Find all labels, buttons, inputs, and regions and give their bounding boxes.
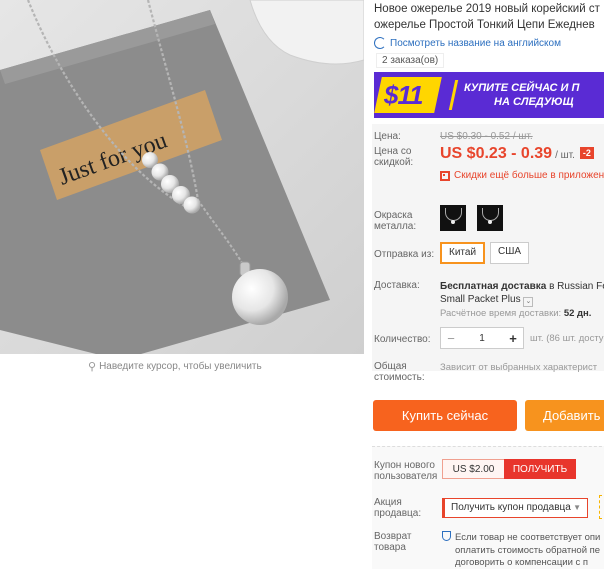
chevron-down-icon[interactable]: ⌄ xyxy=(523,297,534,307)
delivery-carrier: в Russian Fe xyxy=(549,281,604,292)
price-unit: / шт. xyxy=(555,150,575,161)
promo-banner[interactable]: $11 КУПИТЕ СЕЙЧАС И П НА СЛЕДУЮЩ xyxy=(374,72,604,118)
next-coupon-stub[interactable] xyxy=(599,495,604,519)
seller-coupon-dropdown[interactable]: Получить купон продавца ▼ xyxy=(442,498,588,518)
product-info: Новое ожерелье 2019 новый корейский ст о… xyxy=(372,0,604,569)
old-price: US $0.30 - 0.52 / шт. xyxy=(440,131,533,142)
app-discount-text: Скидки ещё больше в приложен xyxy=(454,170,604,181)
discount-price-label: Цена со скидкой: xyxy=(374,146,414,168)
metal-color-label: Окраска металла: xyxy=(374,210,417,232)
coupon-value: US $2.00 xyxy=(442,459,504,479)
discount-price-value: US $0.23 - 0.39 xyxy=(440,145,553,162)
quantity-minus-button[interactable]: − xyxy=(441,331,461,346)
product-title: Новое ожерелье 2019 новый корейский ст о… xyxy=(374,1,604,33)
new-user-coupon: US $2.00 ПОЛУЧИТЬ xyxy=(442,459,576,479)
return-policy: Если товар не соответствует опи оплатить… xyxy=(442,531,600,569)
promo-divider xyxy=(448,80,459,110)
qr-code-icon xyxy=(440,170,450,181)
delivery-time-value: 52 дн. xyxy=(563,308,592,319)
translate-link-text: Посмотреть название на английском xyxy=(390,37,561,49)
quantity-available: шт. (86 шт. досту xyxy=(530,333,604,344)
promo-price: $11 xyxy=(384,80,423,110)
zoom-hint: ⚲ Наведите курсор, чтобы увеличить xyxy=(88,360,262,373)
total-note: Зависит от выбранных характерист xyxy=(440,362,598,373)
orders-count: 2 заказа(ов) xyxy=(376,53,445,68)
promo-line1: КУПИТЕ СЕЙЧАС И П xyxy=(464,82,580,94)
quantity-stepper: − 1 + xyxy=(440,327,524,349)
promo-line2: НА СЛЕДУЮЩ xyxy=(494,96,574,108)
delivery-time-label: Расчётное время доставки: xyxy=(440,308,562,319)
new-user-coupon-label: Купон нового пользователя xyxy=(374,460,438,482)
buy-now-button[interactable]: Купить сейчас xyxy=(373,400,517,431)
free-shipping: Бесплатная доставка xyxy=(440,281,547,292)
ship-from-usa-button[interactable]: США xyxy=(490,242,530,264)
shield-icon xyxy=(442,531,451,541)
delivery-label: Доставка: xyxy=(374,280,420,291)
seller-coupon-text: Получить купон продавца xyxy=(451,502,571,513)
add-to-cart-button[interactable]: Добавить xyxy=(525,400,604,431)
price-label: Цена: xyxy=(374,131,401,142)
discount-price: US $0.23 - 0.39/ шт. -2 xyxy=(440,145,594,163)
total-label: Общая стоимость: xyxy=(374,361,425,383)
return-line1: Если товар не соответствует опи xyxy=(455,532,601,543)
product-title-line2: ожерелье Простой Тонкий Цепи Ежеднев xyxy=(374,19,595,31)
caret-down-icon: ▼ xyxy=(573,503,581,512)
get-coupon-button[interactable]: ПОЛУЧИТЬ xyxy=(504,459,576,479)
discount-badge: -2 xyxy=(579,147,594,159)
product-image[interactable]: Just for you xyxy=(0,0,364,354)
return-line3: договорить о компенсации с п xyxy=(455,557,589,568)
ship-from-china-button[interactable]: Китай xyxy=(440,242,486,264)
promo-text: КУПИТЕ СЕЙЧАС И П НА СЛЕДУЮЩ xyxy=(464,81,579,109)
zoom-hint-text: Наведите курсор, чтобы увеличить xyxy=(99,361,262,372)
delivery-time: Расчётное время доставки: 52 дн. xyxy=(440,308,591,319)
app-discount-link[interactable]: Скидки ещё больше в приложен xyxy=(440,170,604,181)
ship-from-label: Отправка из: xyxy=(374,249,435,260)
magnifier-icon: ⚲ xyxy=(88,361,97,373)
seller-promo-label: Акция продавца: xyxy=(374,497,422,519)
quantity-label: Количество: xyxy=(374,334,431,345)
translate-link[interactable]: Посмотреть название на английском xyxy=(374,37,561,49)
delivery-carrier-line2: Small Packet Plus xyxy=(440,294,521,305)
return-label: Возврат товара xyxy=(374,531,412,553)
color-swatch-1[interactable] xyxy=(440,205,466,231)
quantity-plus-button[interactable]: + xyxy=(503,331,523,346)
quantity-input[interactable]: 1 xyxy=(461,333,503,344)
product-title-line1: Новое ожерелье 2019 новый корейский ст xyxy=(374,3,600,15)
return-line2: оплатить стоимость обратной пе xyxy=(455,544,601,556)
color-swatch-2[interactable] xyxy=(477,205,503,231)
delivery-method[interactable]: Бесплатная доставка в Russian Fe Small P… xyxy=(440,280,604,307)
translate-icon xyxy=(374,37,386,49)
